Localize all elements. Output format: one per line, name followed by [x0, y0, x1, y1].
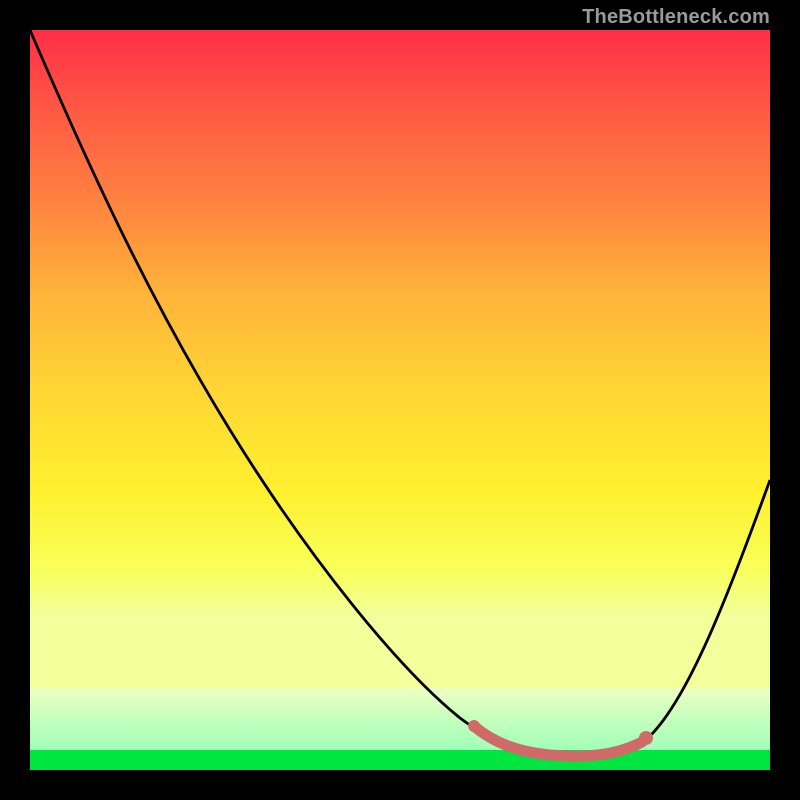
bottleneck-curve-path [30, 30, 770, 756]
curve-svg [30, 30, 770, 770]
chart-container: TheBottleneck.com [0, 0, 800, 800]
optimal-band-start-dot [468, 720, 480, 732]
attribution-label: TheBottleneck.com [582, 6, 770, 29]
optimal-band-end-dot [639, 731, 653, 745]
optimal-band-path [474, 726, 642, 756]
plot-area [30, 30, 770, 770]
